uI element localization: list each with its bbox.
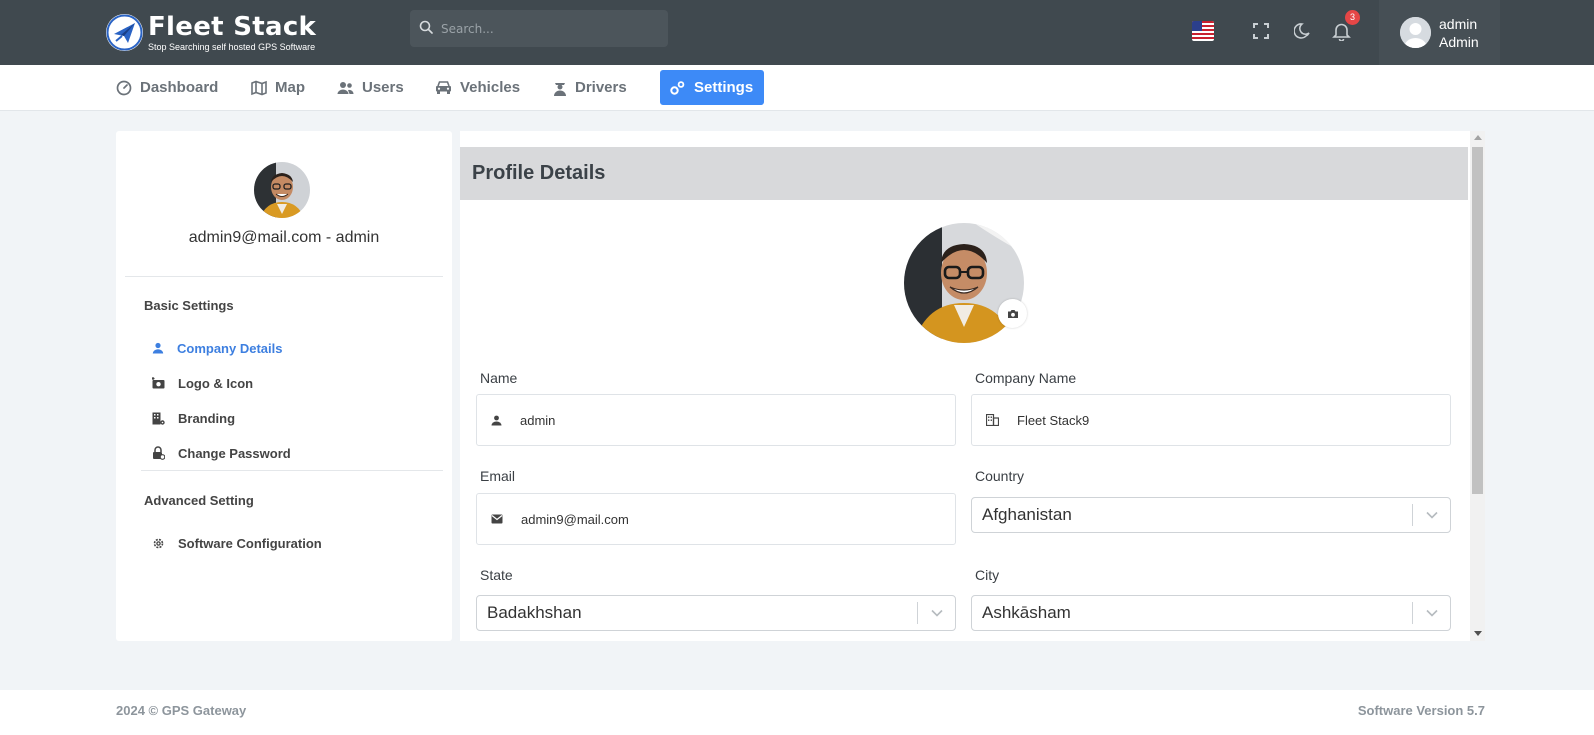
city-selected-value: Ashkāsham: [982, 603, 1071, 622]
country-select[interactable]: Afghanistan: [971, 497, 1451, 533]
country-selected-value: Afghanistan: [982, 505, 1072, 524]
company-name-label: Company Name: [975, 370, 1077, 386]
notification-badge: 3: [1345, 10, 1360, 25]
driver-icon: [554, 82, 566, 96]
scroll-thumb[interactable]: [1472, 147, 1483, 494]
change-photo-button[interactable]: [998, 299, 1027, 328]
nav-label: Vehicles: [460, 79, 521, 96]
nav-settings[interactable]: Settings: [660, 70, 765, 105]
search-icon: [419, 19, 433, 38]
building-icon: [986, 414, 999, 426]
camera-plus-icon: [152, 377, 165, 389]
user-menu[interactable]: admin Admin: [1379, 0, 1500, 65]
mail-icon: [491, 514, 503, 524]
sidebar-item-logo-icon[interactable]: Logo & Icon: [152, 373, 253, 393]
country-label: Country: [975, 468, 1025, 484]
dashboard-icon: [116, 80, 132, 95]
account-email-line: admin9@mail.com - admin: [188, 229, 380, 246]
company-name-field[interactable]: [971, 394, 1451, 446]
top-bar: Fleet Stack Stop Searching self hosted G…: [0, 0, 1594, 65]
advanced-settings-heading: Advanced Setting: [144, 493, 254, 508]
brand-tagline: Stop Searching self hosted GPS Software: [148, 41, 316, 52]
scroll-down-arrow-icon[interactable]: [1474, 631, 1482, 636]
moon-icon[interactable]: [1291, 19, 1315, 43]
divider: [141, 470, 443, 471]
email-field[interactable]: [476, 493, 956, 545]
main-nav: Dashboard Map Users Vehicles Drivers Set…: [0, 65, 1594, 111]
fullscreen-icon[interactable]: [1249, 19, 1273, 43]
brand-title: Fleet Stack: [148, 11, 317, 42]
profile-details-panel: Profile Details Name Company Name Email: [460, 131, 1485, 641]
sidebar-item-label: Software Configuration: [178, 535, 322, 551]
sidebar-item-label: Company Details: [177, 340, 283, 356]
user-role: Admin: [1439, 33, 1479, 50]
users-icon: [337, 81, 354, 94]
email-label: Email: [480, 468, 516, 484]
user-name: admin: [1439, 15, 1478, 32]
scroll-up-arrow-icon[interactable]: [1474, 135, 1482, 140]
nav-label: Dashboard: [140, 79, 219, 96]
brand-logo[interactable]: Fleet Stack Stop Searching self hosted G…: [106, 8, 316, 56]
nav-label: Map: [275, 79, 305, 96]
nav-drivers[interactable]: Drivers: [543, 70, 637, 105]
city-label: City: [975, 567, 1000, 583]
lock-reset-icon: [153, 446, 165, 460]
software-version-text: Software Version 5.7: [1357, 703, 1485, 718]
name-field[interactable]: [476, 394, 956, 446]
sidebar-item-label: Change Password: [178, 445, 291, 461]
name-input[interactable]: [520, 412, 920, 428]
user-icon: [491, 415, 502, 425]
car-icon: [436, 81, 451, 94]
gear-icon: [670, 80, 685, 95]
user-icon: [152, 342, 164, 354]
page-title: Profile Details: [460, 147, 1468, 200]
building-gear-icon: [152, 412, 165, 425]
email-input[interactable]: [521, 511, 921, 527]
sidebar-item-company-details[interactable]: Company Details: [152, 338, 282, 358]
nav-map[interactable]: Map: [241, 70, 315, 105]
chevron-down-icon[interactable]: [1413, 609, 1450, 617]
state-selected-value: Badakhshan: [487, 603, 582, 622]
divider: [125, 276, 443, 277]
chevron-down-icon[interactable]: [1413, 511, 1450, 519]
nav-label: Users: [362, 79, 404, 96]
camera-icon: [1007, 309, 1018, 318]
avatar: [1400, 17, 1431, 48]
avatar: [254, 162, 310, 218]
gear-icon: [153, 538, 164, 548]
sidebar-item-change-password[interactable]: Change Password: [152, 443, 291, 463]
sidebar-item-branding[interactable]: Branding: [152, 408, 235, 428]
map-icon: [251, 80, 267, 95]
paper-plane-logo-icon: [106, 13, 143, 51]
panel-scrollbar[interactable]: [1470, 131, 1485, 641]
company-name-input[interactable]: [1017, 412, 1417, 428]
nav-label: Settings: [694, 79, 754, 96]
search-bar: [410, 10, 668, 47]
sidebar-item-label: Branding: [178, 410, 236, 426]
nav-label: Drivers: [575, 79, 627, 96]
us-flag-icon[interactable]: [1192, 21, 1214, 41]
nav-vehicles[interactable]: Vehicles: [425, 70, 530, 105]
state-select[interactable]: Badakhshan: [476, 595, 956, 631]
nav-users[interactable]: Users: [327, 70, 414, 105]
sidebar-item-software-configuration[interactable]: Software Configuration: [152, 533, 322, 553]
chevron-down-icon[interactable]: [918, 609, 955, 617]
nav-dashboard[interactable]: Dashboard: [106, 70, 228, 105]
sidebar-item-label: Logo & Icon: [178, 375, 254, 391]
state-label: State: [480, 567, 513, 583]
copyright-text: 2024 © GPS Gateway: [116, 703, 247, 718]
settings-sidebar: admin9@mail.com - admin Basic Settings C…: [116, 131, 452, 641]
city-select[interactable]: Ashkāsham: [971, 595, 1451, 631]
basic-settings-heading: Basic Settings: [144, 298, 234, 313]
name-label: Name: [480, 370, 518, 386]
footer: 2024 © GPS Gateway Software Version 5.7: [0, 690, 1594, 735]
search-input[interactable]: [441, 21, 641, 36]
